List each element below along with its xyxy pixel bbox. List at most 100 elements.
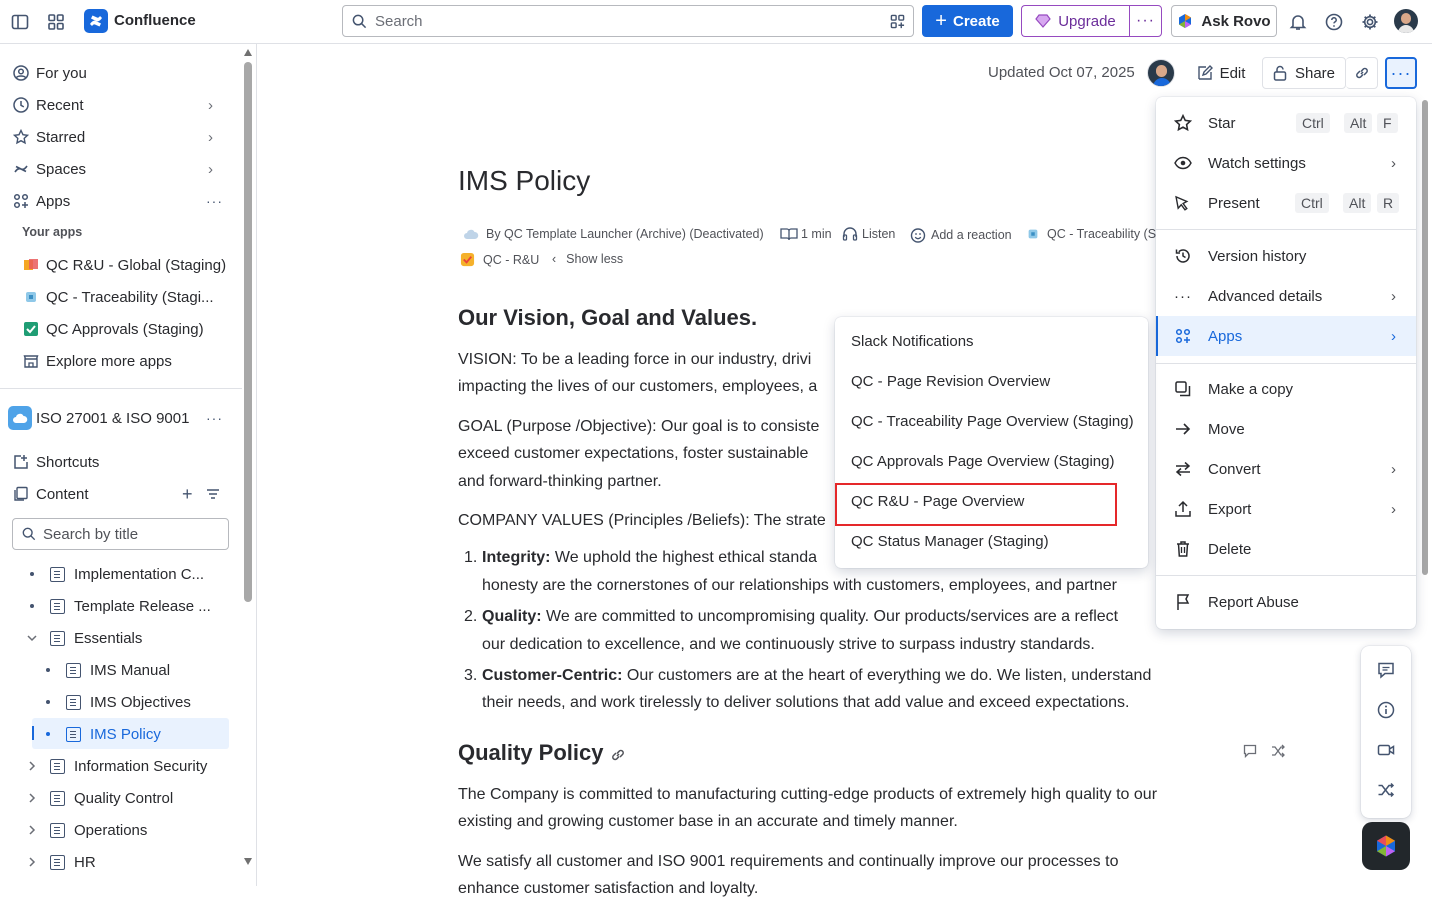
page-byline[interactable]: By QC Template Launcher (Archive) (Deact… — [463, 227, 764, 241]
more-icon[interactable]: ··· — [206, 193, 223, 209]
tree-item[interactable]: Information Security — [50, 752, 207, 780]
sidebar-item-label: Recent — [36, 96, 84, 114]
chevron-right-icon[interactable] — [27, 792, 37, 804]
chevron-right-icon[interactable] — [27, 824, 37, 836]
sidebar-item-shortcuts[interactable]: Shortcuts — [12, 448, 99, 476]
add-reaction-button[interactable]: Add a reaction — [910, 227, 1012, 243]
menu-item-apps[interactable]: Apps › — [1156, 316, 1416, 356]
space-header[interactable]: ISO 27001 & ISO 9001 ··· — [8, 404, 223, 432]
menu-item-convert[interactable]: Convert › — [1156, 449, 1416, 489]
tree-item[interactable]: HR — [50, 848, 96, 876]
tree-item[interactable]: IMS Objectives — [66, 688, 191, 716]
upgrade-more-button[interactable]: ··· — [1129, 5, 1162, 37]
show-less-button[interactable]: ‹ Show less — [552, 252, 623, 266]
tree-item[interactable]: Template Release ... — [50, 592, 211, 620]
help-icon[interactable] — [1322, 10, 1346, 34]
shuffle-icon[interactable] — [1271, 744, 1285, 758]
rovo-chat-button[interactable] — [1362, 822, 1410, 870]
copy-link-button[interactable] — [1346, 57, 1378, 89]
tree-item-label: Implementation C... — [74, 565, 205, 583]
listen-button[interactable]: Listen — [842, 227, 895, 241]
search-filter-icon[interactable] — [890, 14, 905, 29]
menu-item-advanced-details[interactable]: ··· Advanced details › — [1156, 276, 1416, 316]
scroll-up-arrow-icon[interactable] — [244, 49, 252, 56]
tree-item[interactable]: IMS Manual — [66, 656, 170, 684]
add-content-plus-icon[interactable]: + — [182, 484, 193, 505]
sidebar-item-apps[interactable]: Apps ··· — [12, 187, 227, 215]
menu-item-delete[interactable]: Delete — [1156, 529, 1416, 569]
apps-submenu-item[interactable]: QC - Page Revision Overview — [851, 373, 1050, 393]
tree-item-label: IMS Objectives — [90, 693, 191, 711]
more-actions-button[interactable]: ··· — [1385, 57, 1417, 89]
page-icon — [50, 566, 65, 582]
filter-icon[interactable] — [206, 488, 220, 500]
star-icon — [1174, 114, 1192, 132]
heading-link-icon[interactable] — [610, 747, 626, 763]
create-button[interactable]: + Create — [922, 5, 1013, 37]
user-avatar[interactable] — [1394, 9, 1418, 33]
page-icon — [50, 790, 65, 806]
notifications-bell-icon[interactable] — [1286, 10, 1310, 34]
traceability-byline-app[interactable]: QC - Traceability (S — [1026, 227, 1156, 241]
ask-rovo-button[interactable]: Ask Rovo — [1171, 5, 1277, 37]
menu-item-version-history[interactable]: Version history — [1156, 236, 1416, 276]
author-avatar[interactable] — [1147, 59, 1175, 87]
search-input[interactable]: Search — [342, 5, 914, 37]
edit-button[interactable]: Edit — [1188, 57, 1254, 89]
add-reaction-text: Add a reaction — [931, 228, 1012, 242]
menu-item-present[interactable]: Present Ctrl Alt R — [1156, 183, 1416, 223]
menu-item-move[interactable]: Move — [1156, 409, 1416, 449]
sidebar-app-label: QC - Traceability (Stagi... — [46, 288, 214, 306]
tree-item[interactable]: Quality Control — [50, 784, 173, 812]
settings-gear-icon[interactable] — [1358, 10, 1382, 34]
sidebar-scrollbar[interactable] — [243, 46, 253, 874]
chevron-down-icon[interactable] — [26, 633, 38, 643]
app-name[interactable]: Confluence — [114, 12, 196, 29]
menu-item-make-a-copy[interactable]: Make a copy — [1156, 369, 1416, 409]
record-video-button[interactable] — [1364, 732, 1408, 768]
tree-item[interactable]: Operations — [50, 816, 147, 844]
comments-button[interactable] — [1364, 652, 1408, 688]
upgrade-button[interactable]: Upgrade — [1021, 5, 1129, 37]
tree-item[interactable]: Implementation C... — [50, 560, 204, 588]
apps-submenu-item[interactable]: QC - Traceability Page Overview (Staging… — [851, 413, 1134, 433]
sidebar-item-starred[interactable]: Starred › — [12, 123, 227, 151]
chevron-right-icon: › — [208, 160, 213, 178]
tree-item[interactable]: Essentials — [50, 624, 142, 652]
sidebar-app-qc-traceability[interactable]: QC - Traceability (Stagi... — [22, 283, 214, 311]
sidebar-item-spaces[interactable]: Spaces › — [12, 155, 227, 183]
space-name: ISO 27001 & ISO 9001 — [36, 409, 190, 427]
plus-icon: + — [935, 10, 947, 32]
page-scrollbar-thumb[interactable] — [1422, 100, 1428, 575]
scrollbar-thumb[interactable] — [244, 62, 252, 602]
apps-submenu-item[interactable]: QC Approvals Page Overview (Staging) — [851, 453, 1114, 473]
sidebar-app-qc-approvals[interactable]: QC Approvals (Staging) — [22, 315, 204, 343]
sidebar-app-qc-ru-global[interactable]: QC R&U - Global (Staging) — [22, 251, 226, 279]
inline-comment-icon[interactable] — [1243, 744, 1257, 758]
app-switcher-icon[interactable] — [44, 10, 68, 34]
chevron-right-icon[interactable] — [27, 856, 37, 868]
list-item-text: We are committed to uncompromising quali… — [541, 608, 1119, 625]
scroll-down-arrow-icon[interactable] — [244, 858, 252, 865]
apps-submenu-item[interactable]: QC Status Manager (Staging) — [851, 533, 1049, 553]
sidebar-item-content[interactable]: Content + — [12, 480, 227, 508]
shuffle-button[interactable] — [1364, 772, 1408, 808]
sidebar-item-for-you[interactable]: For you — [12, 59, 87, 87]
confluence-logo-icon[interactable] — [84, 9, 108, 33]
qc-ru-byline-app[interactable]: QC - R&U — [460, 252, 539, 267]
menu-item-report-abuse[interactable]: Report Abuse — [1156, 582, 1416, 622]
apps-submenu-item[interactable]: Slack Notifications — [851, 333, 974, 353]
menu-item-star[interactable]: Star Ctrl Alt F — [1156, 103, 1416, 143]
book-icon — [780, 228, 798, 241]
sidebar-explore-more-apps[interactable]: Explore more apps — [22, 347, 172, 375]
menu-item-watch-settings[interactable]: Watch settings › — [1156, 143, 1416, 183]
menu-item-export[interactable]: Export › — [1156, 489, 1416, 529]
details-button[interactable] — [1364, 692, 1408, 728]
share-button[interactable]: Share — [1262, 57, 1346, 89]
more-icon[interactable]: ··· — [206, 410, 223, 426]
tree-item-ims-policy[interactable]: IMS Policy — [66, 720, 161, 748]
chevron-right-icon[interactable] — [27, 760, 37, 772]
sidebar-item-recent[interactable]: Recent › — [12, 91, 227, 119]
toggle-sidebar-icon[interactable] — [8, 10, 32, 34]
search-by-title-input[interactable]: Search by title — [12, 518, 229, 550]
